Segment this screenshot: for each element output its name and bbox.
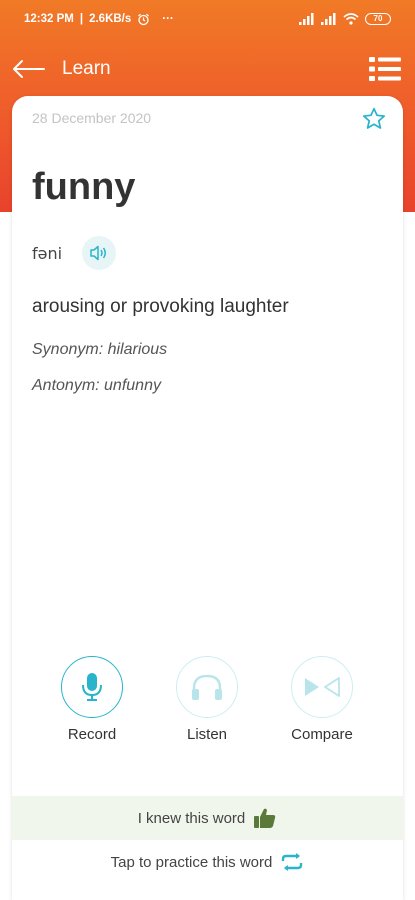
signal-icon-secondary — [321, 13, 336, 25]
compare-icon — [305, 677, 340, 697]
record-circle — [61, 656, 123, 718]
star-icon — [362, 107, 386, 129]
status-time: 12:32 PM — [24, 13, 74, 25]
record-button[interactable]: Record — [47, 656, 137, 743]
listen-label: Listen — [186, 726, 228, 743]
signal-icon — [299, 13, 314, 25]
list-menu-button[interactable] — [367, 51, 403, 87]
knew-word-button[interactable]: I knew this word — [12, 796, 403, 840]
listen-button[interactable]: Listen — [162, 656, 252, 743]
pronunciation-row: fəni — [32, 236, 117, 270]
arrow-left-icon — [13, 60, 45, 78]
battery-icon: 70 — [365, 13, 391, 25]
compare-label: Compare — [291, 726, 353, 743]
alarm-icon — [138, 13, 150, 25]
status-bar: 12:32 PM | 2.6KB/s ··· 70 — [0, 0, 415, 38]
synonym-text: Synonym: hilarious — [32, 341, 168, 358]
status-more: ··· — [162, 13, 174, 25]
practice-word-button[interactable]: Tap to practice this word — [12, 842, 403, 882]
app-bar: Learn — [0, 42, 415, 96]
compare-circle — [291, 656, 353, 718]
app-title: Learn — [62, 58, 111, 79]
phonetic-text: fəni — [32, 243, 63, 263]
wifi-icon — [343, 13, 359, 25]
status-speed: 2.6KB/s — [89, 13, 132, 25]
compare-button[interactable]: Compare — [277, 656, 367, 743]
practice-actions: Record Listen Compare — [12, 656, 403, 746]
listen-circle — [176, 656, 238, 718]
word-date: 28 December 2020 — [32, 110, 152, 126]
headphones-icon — [192, 674, 222, 700]
list-icon — [369, 57, 401, 81]
speaker-icon — [90, 245, 107, 261]
microphone-icon — [82, 673, 102, 701]
antonym-text: Antonym: unfunny — [32, 377, 161, 394]
favorite-button[interactable] — [361, 106, 387, 132]
word-card: 28 December 2020 funny fəni arousing or … — [12, 96, 403, 900]
knew-word-label: I knew this word — [137, 809, 246, 827]
word-title: funny — [32, 166, 136, 208]
play-pronunciation-button[interactable] — [82, 236, 117, 270]
record-label: Record — [67, 726, 117, 743]
practice-word-label: Tap to practice this word — [110, 853, 273, 871]
thumbs-up-icon — [253, 807, 277, 829]
repeat-icon — [280, 852, 304, 872]
back-button[interactable] — [8, 49, 48, 89]
definition-text: arousing or provoking laughter — [32, 296, 289, 317]
